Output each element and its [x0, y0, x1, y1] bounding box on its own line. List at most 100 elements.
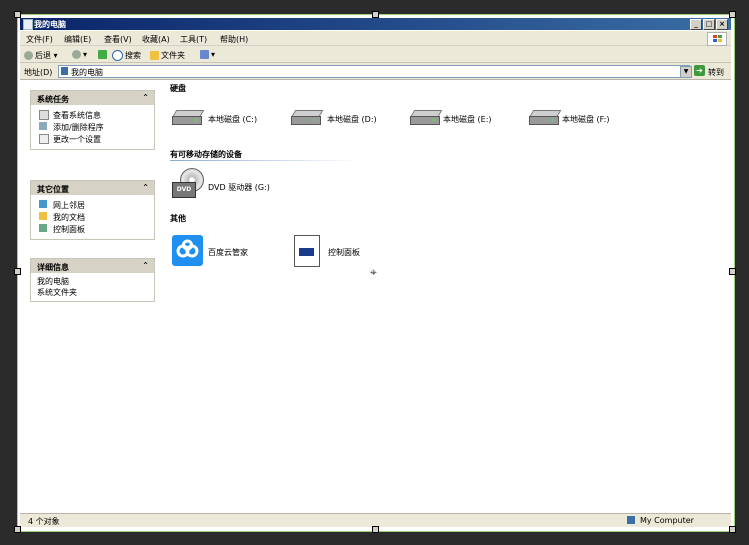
place-label: 我的文档 [53, 213, 85, 222]
resize-handle[interactable] [729, 526, 736, 533]
title-bar[interactable]: 我的电脑 _ □ × [20, 18, 731, 30]
resize-handle[interactable] [372, 11, 379, 18]
collapse-icon[interactable]: ⌃ [142, 93, 149, 102]
close-button[interactable]: × [716, 19, 728, 30]
system-tasks-header[interactable]: 系统任务 ⌃ [31, 91, 154, 105]
status-object-count: 4 个对象 [28, 517, 60, 526]
views-button[interactable]: ▾ [200, 50, 215, 59]
crosshair-cursor-icon: ⌖ [370, 265, 377, 279]
back-arrow-icon [24, 51, 33, 60]
section-removable-storage: 有可移动存储的设备 [170, 150, 242, 159]
toolbar: 后退 ▾ ▾ 搜索 文件夹 ▾ [20, 46, 731, 63]
folder-icon [150, 51, 159, 60]
place-network[interactable]: 网上邻居 [37, 199, 148, 211]
baidu-cloud-icon [172, 235, 203, 266]
other-places-title: 其它位置 [37, 185, 69, 194]
computer-icon [23, 19, 33, 30]
task-pane: 系统任务 ⌃ 查看系统信息 添加/删除程序 更改一个设置 其它位置 ⌃ 网上邻居… [20, 80, 166, 510]
forward-button[interactable]: ▾ [72, 50, 87, 59]
settings-icon [39, 134, 49, 144]
resize-handle[interactable] [14, 526, 21, 533]
resize-handle[interactable] [14, 11, 21, 18]
control-panel-doc-icon [294, 235, 320, 267]
resize-handle[interactable] [14, 268, 21, 275]
resize-handle[interactable] [729, 11, 736, 18]
hard-drive-icon [171, 110, 205, 125]
menu-favorites[interactable]: 收藏(A) [142, 34, 170, 45]
menu-view[interactable]: 查看(V) [104, 34, 132, 45]
address-value: 我的电脑 [71, 68, 103, 77]
menu-tools[interactable]: 工具(T) [180, 34, 207, 45]
task-change-setting[interactable]: 更改一个设置 [37, 133, 148, 145]
drive-label: 本地磁盘 (F:) [562, 115, 610, 124]
details-header[interactable]: 详细信息 ⌃ [31, 259, 154, 273]
maximize-button[interactable]: □ [703, 19, 715, 30]
collapse-icon[interactable]: ⌃ [142, 261, 149, 270]
drive-label: 本地磁盘 (C:) [208, 115, 258, 124]
dvd-drive-icon: DVD [172, 168, 204, 198]
other-places-header[interactable]: 其它位置 ⌃ [31, 181, 154, 195]
place-control-panel[interactable]: 控制面板 [37, 223, 148, 235]
hard-drive-icon [528, 110, 562, 125]
section-hard-disks: 硬盘 [170, 84, 186, 93]
documents-folder-icon [39, 212, 47, 220]
computer-icon [627, 516, 635, 524]
folders-button[interactable]: 文件夹 [150, 50, 185, 61]
place-my-documents[interactable]: 我的文档 [37, 211, 148, 223]
system-info-icon [39, 110, 49, 120]
window-title: 我的电脑 [34, 20, 66, 29]
menu-help[interactable]: 帮助(H) [220, 34, 248, 45]
details-name: 我的电脑 [37, 277, 69, 286]
go-button[interactable]: ➔ 转到 [694, 65, 728, 77]
details-title: 详细信息 [37, 263, 69, 272]
address-bar: 地址(D) 我的电脑 ▼ ➔ 转到 [20, 63, 731, 80]
drive-label: 本地磁盘 (D:) [327, 115, 377, 124]
views-icon [200, 50, 209, 59]
resize-handle[interactable] [729, 268, 736, 275]
resize-handle[interactable] [372, 526, 379, 533]
place-label: 网上邻居 [53, 201, 85, 210]
forward-arrow-icon [72, 50, 81, 59]
task-label: 更改一个设置 [53, 135, 101, 144]
hard-drive-icon [290, 110, 324, 125]
minimize-button[interactable]: _ [690, 19, 702, 30]
control-panel-icon [39, 224, 47, 232]
address-dropdown-button[interactable]: ▼ [680, 66, 692, 78]
task-add-remove-programs[interactable]: 添加/删除程序 [37, 121, 148, 133]
collapse-icon[interactable]: ⌃ [142, 183, 149, 192]
menu-edit[interactable]: 编辑(E) [64, 34, 91, 45]
back-label: 后退 [35, 51, 51, 60]
up-folder-icon [98, 50, 107, 59]
back-button[interactable]: 后退 ▾ [24, 50, 58, 61]
place-label: 控制面板 [53, 225, 85, 234]
status-location: My Computer [640, 516, 694, 525]
search-icon [112, 50, 123, 61]
search-button[interactable]: 搜索 [112, 50, 141, 61]
task-label: 添加/删除程序 [53, 123, 104, 132]
address-label: 地址(D) [24, 68, 53, 77]
details-panel: 详细信息 ⌃ 我的电脑 系统文件夹 [30, 258, 155, 302]
address-input[interactable]: 我的电脑 [58, 65, 690, 78]
drive-label: 本地磁盘 (E:) [443, 115, 492, 124]
go-label: 转到 [708, 68, 724, 77]
status-bar: 4 个对象 My Computer [20, 513, 731, 527]
folders-label: 文件夹 [161, 51, 185, 60]
task-view-system-info[interactable]: 查看系统信息 [37, 109, 148, 121]
other-places-panel: 其它位置 ⌃ 网上邻居 我的文档 控制面板 [30, 180, 155, 240]
task-label: 查看系统信息 [53, 111, 101, 120]
section-other: 其他 [170, 214, 186, 223]
network-icon [39, 200, 47, 208]
windows-logo-icon [707, 32, 727, 46]
section-divider [170, 160, 360, 161]
control-panel-label: 控制面板 [328, 248, 360, 257]
go-arrow-icon: ➔ [694, 65, 705, 76]
details-type: 系统文件夹 [37, 288, 77, 297]
programs-icon [39, 122, 47, 130]
up-folder-button[interactable] [98, 50, 109, 59]
menu-file[interactable]: 文件(F) [26, 34, 53, 45]
system-tasks-panel: 系统任务 ⌃ 查看系统信息 添加/删除程序 更改一个设置 [30, 90, 155, 150]
system-tasks-title: 系统任务 [37, 95, 69, 104]
hard-drive-icon [409, 110, 443, 125]
computer-icon [61, 67, 68, 75]
search-label: 搜索 [125, 51, 141, 60]
